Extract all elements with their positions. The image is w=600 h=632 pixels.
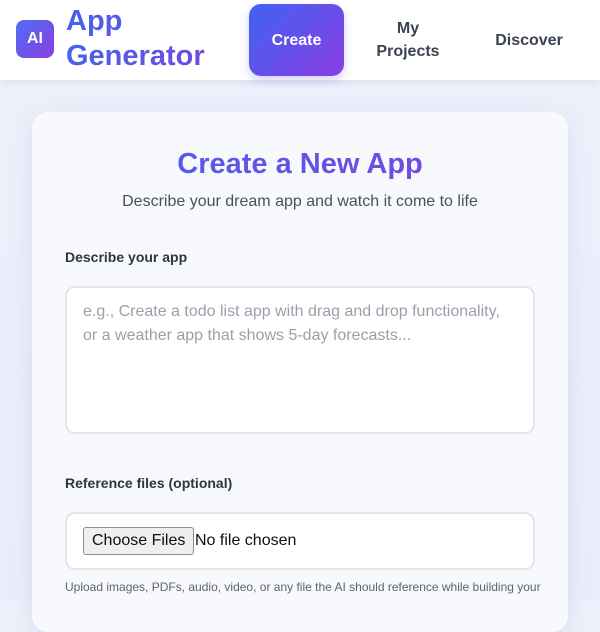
page-title: Create a New App — [32, 146, 568, 182]
ai-logo-icon[interactable]: AI — [16, 20, 54, 58]
app-header: AI App Generator Create My Projects Disc… — [0, 0, 600, 80]
brand-title[interactable]: App Generator — [66, 4, 236, 74]
page-subtitle: Describe your dream app and watch it com… — [122, 193, 478, 210]
file-upload-field[interactable]: Choose Files No file chosen — [65, 512, 535, 570]
create-app-card: Create a New App Describe your dream app… — [32, 112, 568, 632]
upload-helper-text: Upload images, PDFs, audio, video, or an… — [65, 580, 541, 594]
reference-files-label: Reference files (optional) — [65, 475, 233, 491]
file-status-text: No file chosen — [195, 532, 297, 549]
nav-discover-button[interactable]: Discover — [478, 4, 580, 76]
app-description-input[interactable] — [65, 286, 535, 434]
nav-create-button[interactable]: Create — [249, 4, 344, 76]
choose-files-button[interactable]: Choose Files — [83, 527, 195, 555]
describe-app-label: Describe your app — [65, 249, 188, 265]
nav-my-projects-button[interactable]: My Projects — [364, 4, 452, 76]
